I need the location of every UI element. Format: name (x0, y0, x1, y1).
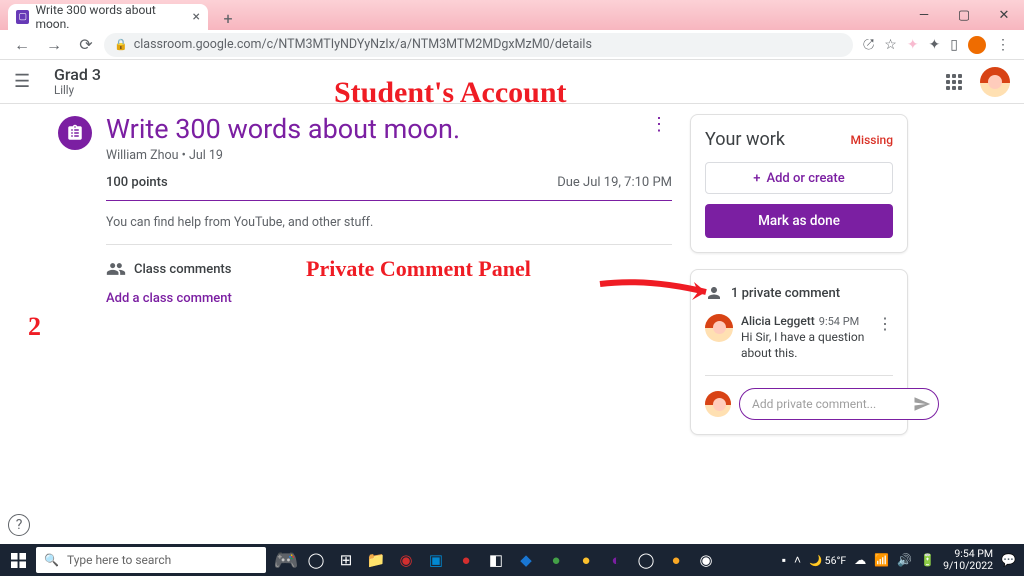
browser-actions: ⎋ ☆ ✦ ✦ ▯ ⋮ (857, 36, 1016, 54)
taskbar-app[interactable]: ● (662, 546, 690, 574)
profile-icon[interactable] (968, 36, 986, 54)
user-avatar[interactable] (980, 67, 1010, 97)
private-comments-heading: 1 private comment (705, 284, 893, 302)
user-avatar-small (705, 391, 731, 417)
notifications-icon[interactable]: 💬 (1001, 553, 1016, 567)
onedrive-icon[interactable]: ☁ (854, 553, 866, 567)
commenter-name: Alicia Leggett (741, 314, 815, 328)
taskbar-app[interactable]: ● (572, 546, 600, 574)
comment-text: Hi Sir, I have a question about this. (741, 330, 869, 361)
help-icon[interactable]: ? (8, 514, 30, 536)
bookmark-icon[interactable]: ☆ (884, 37, 897, 53)
annotation-panel-label: Private Comment Panel (306, 256, 531, 282)
extensions-button[interactable]: ✦ (929, 37, 941, 53)
window-controls: — ▢ ✕ (904, 0, 1024, 30)
new-tab-button[interactable]: + (216, 6, 240, 30)
menu-icon[interactable]: ⋮ (996, 37, 1010, 53)
taskbar-app[interactable]: ◉ (692, 546, 720, 574)
status-badge: Missing (851, 133, 893, 147)
side-panel-icon[interactable]: ▯ (950, 37, 958, 53)
commenter-avatar (705, 314, 733, 342)
taskbar-app[interactable]: ◉ (392, 546, 420, 574)
class-section: Lilly (54, 84, 101, 97)
add-class-comment-button[interactable]: Add a class comment (106, 291, 672, 306)
clock[interactable]: 9:54 PM 9/10/2022 (943, 548, 993, 571)
wifi-icon[interactable]: 📶 (874, 553, 889, 567)
taskbar-app[interactable]: ● (452, 546, 480, 574)
your-work-title: Your work (705, 129, 785, 150)
plus-icon: + (753, 171, 760, 186)
taskbar-app[interactable]: ◧ (482, 546, 510, 574)
url-text: classroom.google.com/c/NTM3MTIyNDYyNzIx/… (134, 37, 592, 52)
private-comment: Alicia Leggett 9:54 PM Hi Sir, I have a q… (705, 314, 893, 361)
mark-as-done-button[interactable]: Mark as done (705, 204, 893, 238)
tab-title: Write 300 words about moon. (35, 3, 186, 31)
taskbar-app[interactable]: 📁 (362, 546, 390, 574)
assignment-description: You can find help from YouTube, and othe… (106, 215, 672, 245)
taskbar-search[interactable]: 🔍Type here to search (36, 547, 266, 573)
taskbar-items: 🎮 ◯ ⊞ 📁 ◉ ▣ ● ◧ ◆ ● ● ◐ ◯ ● ◉ (272, 546, 720, 574)
private-comment-input[interactable] (739, 388, 939, 420)
annotation-title: Student's Account (334, 76, 567, 110)
comment-time: 9:54 PM (819, 315, 859, 328)
battery-icon[interactable]: 🔋 (920, 553, 935, 567)
volume-icon[interactable]: 🔊 (897, 553, 912, 567)
maximize-button[interactable]: ▢ (944, 8, 984, 23)
classroom-favicon: ▢ (16, 10, 29, 24)
weather-widget[interactable]: 🌙 56°F (809, 554, 846, 567)
taskbar-app[interactable]: ◆ (512, 546, 540, 574)
your-work-card: Your work Missing +Add or create Mark as… (690, 114, 908, 253)
assignment-meta: William Zhou • Jul 19 (106, 148, 672, 163)
add-or-create-button[interactable]: +Add or create (705, 162, 893, 194)
assignment-icon (58, 116, 92, 150)
taskbar-app[interactable]: ◐ (602, 546, 630, 574)
private-comments-card: 1 private comment Alicia Leggett 9:54 PM … (690, 269, 908, 435)
annotation-number: 2 (28, 312, 41, 342)
browser-tab[interactable]: ▢ Write 300 words about moon. × (8, 4, 208, 30)
assignment-title: Write 300 words about moon. (106, 114, 460, 145)
assignment-more-icon[interactable]: ⋮ (646, 114, 672, 135)
cortana-icon[interactable]: ◯ (302, 546, 330, 574)
taskbar-app[interactable]: ◯ (632, 546, 660, 574)
lock-icon: 🔒 (114, 38, 128, 51)
address-bar: ← → ⟳ 🔒 classroom.google.com/c/NTM3MTIyN… (0, 30, 1024, 60)
browser-tab-strip: ▢ Write 300 words about moon. × + — ▢ ✕ (0, 0, 1024, 30)
google-apps-icon[interactable] (946, 74, 962, 90)
system-tray: ▪ ˄ 🌙 56°F ☁ 📶 🔊 🔋 9:54 PM 9/10/2022 💬 (782, 548, 1024, 571)
url-input[interactable]: 🔒 classroom.google.com/c/NTM3MTIyNDYyNzI… (104, 33, 853, 57)
windows-taskbar: 🔍Type here to search 🎮 ◯ ⊞ 📁 ◉ ▣ ● ◧ ◆ ●… (0, 544, 1024, 576)
people-icon (106, 259, 126, 279)
annotation-arrow (598, 276, 718, 306)
back-button[interactable]: ← (8, 31, 36, 59)
start-button[interactable] (0, 544, 36, 576)
comment-more-icon[interactable]: ⋮ (877, 314, 893, 361)
extension-icon[interactable]: ✦ (907, 37, 919, 53)
class-name: Grad 3 (54, 66, 101, 84)
close-window-button[interactable]: ✕ (984, 8, 1024, 23)
task-view-icon[interactable]: ⊞ (332, 546, 360, 574)
close-tab-icon[interactable]: × (193, 9, 200, 25)
taskbar-app[interactable]: 🎮 (272, 546, 300, 574)
search-icon: 🔍 (44, 553, 59, 567)
due-label: Due Jul 19, 7:10 PM (557, 175, 672, 190)
forward-button[interactable]: → (40, 31, 68, 59)
minimize-button[interactable]: — (904, 8, 944, 23)
class-breadcrumb[interactable]: Grad 3 Lilly (54, 66, 101, 98)
taskbar-app[interactable]: ▣ (422, 546, 450, 574)
tray-icon[interactable]: ˄ (794, 553, 801, 567)
taskbar-app[interactable]: ● (542, 546, 570, 574)
hamburger-menu-icon[interactable]: ☰ (14, 71, 54, 92)
points-label: 100 points (106, 175, 168, 190)
tray-icon[interactable]: ▪ (782, 553, 786, 567)
send-icon[interactable] (913, 395, 931, 413)
share-icon[interactable]: ⎋ (863, 37, 874, 53)
reload-button[interactable]: ⟳ (72, 31, 100, 59)
